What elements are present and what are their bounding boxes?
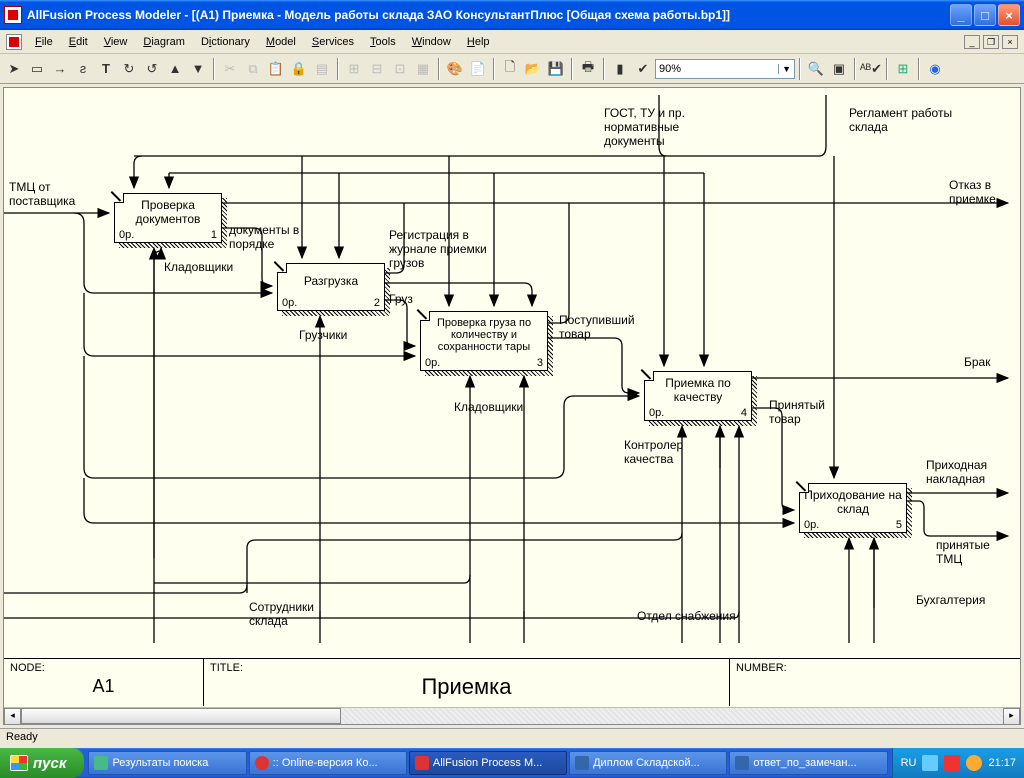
scroll-right[interactable]: ▸ <box>1003 708 1020 725</box>
tool-undo-arrow[interactable]: ↺ <box>141 58 163 80</box>
tool-report[interactable]: 📄 <box>467 58 489 80</box>
system-tray[interactable]: RU 21:17 <box>892 748 1024 778</box>
tray-icon[interactable] <box>966 755 982 771</box>
taskbar-tasks: Результаты поиска :: Online-версия Ко...… <box>84 750 891 776</box>
task-item[interactable]: AllFusion Process M... <box>409 751 567 775</box>
footer-title-value: Приемка <box>210 674 723 700</box>
diagram-footer: NODE: A1 TITLE: Приемка NUMBER: <box>4 658 1020 706</box>
footer-node-label: NODE: <box>10 662 197 674</box>
diagram[interactable]: Проверка документов 0р.1 Разгрузка 0р.2 … <box>4 88 1020 644</box>
taskbar: пуск Результаты поиска :: Online-версия … <box>0 748 1024 778</box>
zoom-input[interactable] <box>659 63 778 75</box>
task-item[interactable]: :: Online-версия Ко... <box>249 751 407 775</box>
task-item[interactable]: ответ_по_замечан... <box>729 751 887 775</box>
menu-services[interactable]: Services <box>305 34 361 50</box>
minimize-button[interactable]: _ <box>950 4 972 26</box>
menu-view[interactable]: View <box>97 34 135 50</box>
tool-up-triangle[interactable]: ▲ <box>164 58 186 80</box>
menu-file[interactable]: File <box>28 34 60 50</box>
maximize-button[interactable]: □ <box>974 4 996 26</box>
tool-open[interactable]: 📂 <box>522 58 544 80</box>
tool-group2[interactable]: ⊟ <box>366 58 388 80</box>
scroll-left[interactable]: ◂ <box>4 708 21 725</box>
menu-dictionary[interactable]: Dictionary <box>194 34 257 50</box>
tool-spellcheck[interactable]: ᴬᴮ✔ <box>860 58 882 80</box>
zoom-combo[interactable]: ▼ <box>655 59 795 79</box>
h-scrollbar[interactable]: ◂ ▸ <box>4 707 1020 724</box>
arrows <box>4 88 1020 644</box>
app-icon <box>4 6 22 24</box>
tool-globe[interactable]: ◉ <box>924 58 946 80</box>
app-mini-icon <box>6 34 22 50</box>
tray-icon[interactable] <box>922 755 938 771</box>
tool-down-triangle[interactable]: ▼ <box>187 58 209 80</box>
tool-text[interactable]: T <box>95 58 117 80</box>
task-item[interactable]: Диплом Складской... <box>569 751 727 775</box>
tool-squiggle[interactable]: ƨ <box>72 58 94 80</box>
window-title: AllFusion Process Modeler - [(A1) Приемк… <box>27 8 950 22</box>
tool-save[interactable]: 💾 <box>545 58 567 80</box>
status-bar: Ready <box>0 728 1024 748</box>
menu-tools[interactable]: Tools <box>363 34 403 50</box>
tool-activity-box[interactable]: ▭ <box>26 58 48 80</box>
menu-window[interactable]: Window <box>405 34 458 50</box>
tool-zoom-page[interactable]: 🔍 <box>805 58 827 80</box>
menu-diagram[interactable]: Diagram <box>136 34 192 50</box>
lang-indicator[interactable]: RU <box>901 757 917 769</box>
mdi-minimize[interactable]: _ <box>964 35 980 49</box>
tool-print[interactable]: 🖶 <box>577 58 599 80</box>
toolbar: ➤ ▭ → ƨ T ↻ ↺ ▲ ▼ ✂ ⧉ 📋 🔒 ▤ ⊞ ⊟ ⊡ ▦ 🎨 📄 … <box>0 54 1024 84</box>
tool-stack[interactable]: ▤ <box>311 58 333 80</box>
tool-group1[interactable]: ⊞ <box>343 58 365 80</box>
menu-bar: File Edit View Diagram Dictionary Model … <box>0 30 1024 54</box>
diagram-canvas[interactable]: Проверка документов 0р.1 Разгрузка 0р.2 … <box>3 87 1021 725</box>
status-text: Ready <box>6 731 38 743</box>
canvas-area: Проверка документов 0р.1 Разгрузка 0р.2 … <box>0 84 1024 728</box>
scroll-thumb[interactable] <box>21 708 341 724</box>
tool-arrow[interactable]: → <box>49 58 71 80</box>
task-item[interactable]: Результаты поиска <box>88 751 246 775</box>
tool-check[interactable]: ✔ <box>632 58 654 80</box>
footer-number-label: NUMBER: <box>736 662 1014 674</box>
menu-model[interactable]: Model <box>259 34 303 50</box>
close-button[interactable]: × <box>998 4 1020 26</box>
tool-cut[interactable]: ✂ <box>219 58 241 80</box>
menu-edit[interactable]: Edit <box>62 34 95 50</box>
tool-new[interactable]: 🗋 <box>499 58 521 80</box>
tool-zoom-fit[interactable]: ▣ <box>828 58 850 80</box>
titlebar: AllFusion Process Modeler - [(A1) Приемк… <box>0 0 1024 30</box>
tool-group4[interactable]: ▦ <box>412 58 434 80</box>
menu-help[interactable]: Help <box>460 34 497 50</box>
tool-paste[interactable]: 📋 <box>265 58 287 80</box>
avira-icon[interactable] <box>944 755 960 771</box>
start-button[interactable]: пуск <box>0 748 84 778</box>
mdi-close[interactable]: × <box>1002 35 1018 49</box>
tool-lock[interactable]: 🔒 <box>288 58 310 80</box>
tool-palette[interactable]: 🎨 <box>444 58 466 80</box>
tool-redo-arrow[interactable]: ↻ <box>118 58 140 80</box>
tool-copy[interactable]: ⧉ <box>242 58 264 80</box>
windows-flag-icon <box>10 755 28 771</box>
clock[interactable]: 21:17 <box>988 757 1016 769</box>
tool-pointer[interactable]: ➤ <box>3 58 25 80</box>
mdi-restore[interactable]: ❐ <box>983 35 999 49</box>
footer-title-label: TITLE: <box>210 662 723 674</box>
tool-flag[interactable]: ▮ <box>609 58 631 80</box>
footer-node-value: A1 <box>10 676 197 697</box>
tool-group3[interactable]: ⊡ <box>389 58 411 80</box>
tool-model-explorer[interactable]: ⊞ <box>892 58 914 80</box>
chevron-down-icon[interactable]: ▼ <box>778 64 791 74</box>
